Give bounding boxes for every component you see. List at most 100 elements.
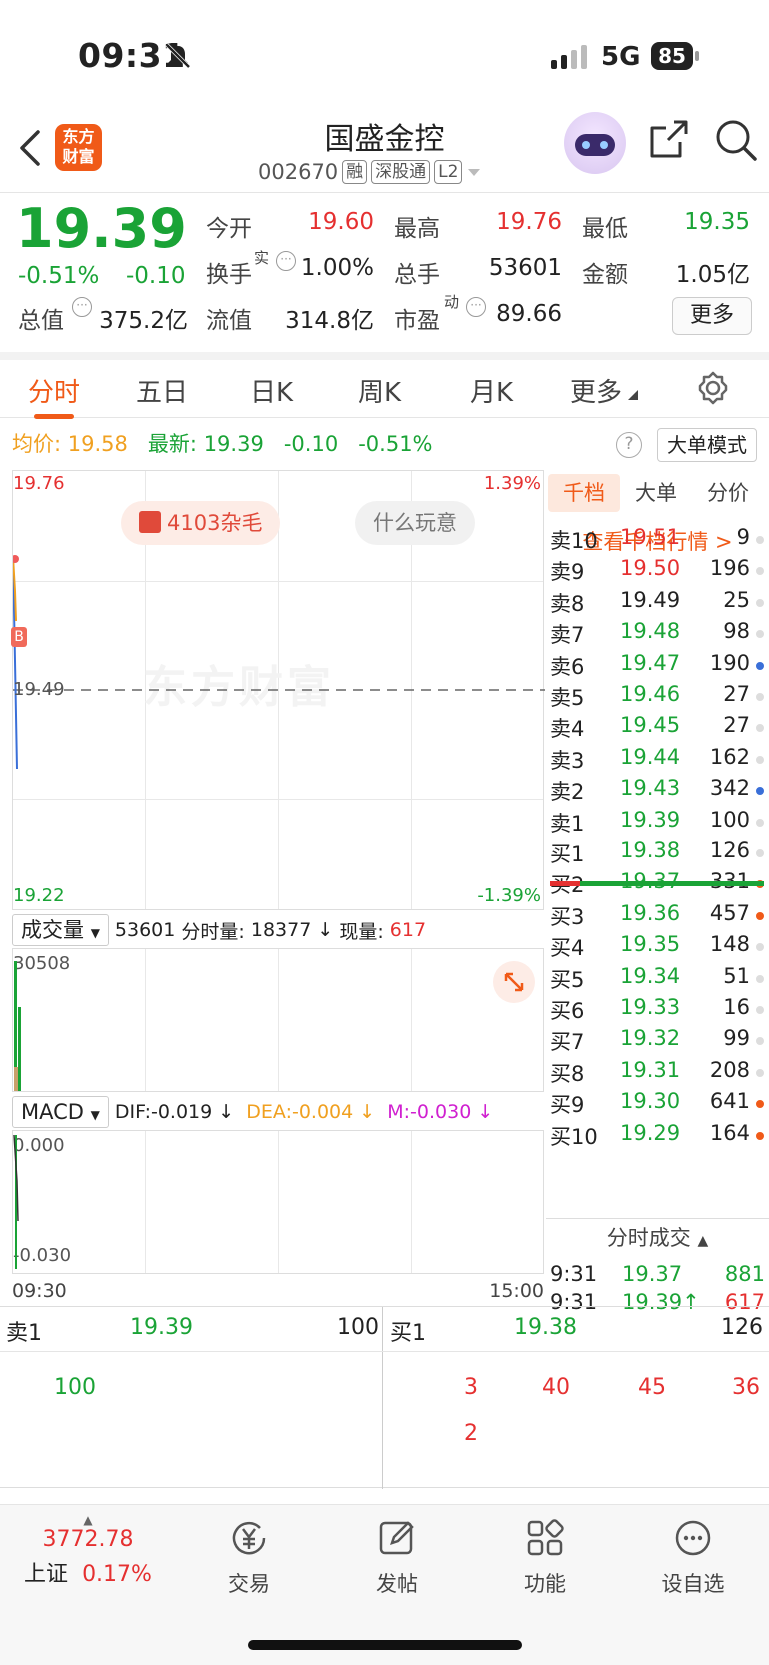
tab-more[interactable]: 更多 bbox=[570, 372, 622, 409]
avg-value: 19.58 bbox=[67, 432, 128, 456]
bid-level-row[interactable]: 买4 19.35 148 bbox=[550, 932, 764, 963]
tab-big-orders[interactable]: 大单 bbox=[620, 474, 692, 512]
tab-weekly-k[interactable]: 周K bbox=[358, 372, 401, 409]
trades-header[interactable]: 分时成交 ▲ bbox=[546, 1218, 769, 1256]
battery-tip bbox=[695, 51, 699, 61]
info-icon[interactable]: ··· bbox=[72, 297, 92, 317]
fs-volume-value: 18377 bbox=[250, 919, 312, 941]
change-pct: -0.51% bbox=[18, 263, 100, 289]
level-price: 19.51 bbox=[620, 525, 681, 549]
bid-queue-item: 40 bbox=[542, 1375, 570, 1400]
level-price: 19.39 bbox=[620, 807, 681, 832]
pe-sup: 动 bbox=[444, 293, 460, 311]
comment-bubble[interactable]: 4103杂毛 bbox=[121, 501, 281, 545]
bid-level-row[interactable]: 买8 19.31 208 bbox=[550, 1058, 764, 1089]
home-indicator[interactable] bbox=[248, 1640, 522, 1650]
macd-dea: DEA:-0.004 bbox=[246, 1101, 354, 1123]
level-dot bbox=[756, 787, 764, 796]
nav-trade[interactable]: 交易 bbox=[194, 1517, 304, 1598]
total-volume: 53601 bbox=[114, 919, 176, 941]
macd-dif: DIF:-0.019 bbox=[114, 1101, 213, 1123]
level-label: 买3 bbox=[550, 904, 585, 929]
level-price: 19.35 bbox=[620, 932, 681, 957]
tab-daily-k[interactable]: 日K bbox=[250, 372, 293, 409]
stock-code-row[interactable]: 002670 融 深股通 L2 bbox=[258, 158, 482, 186]
bid-level-row[interactable]: 买3 19.36 457 bbox=[550, 901, 764, 932]
settings-gear-icon[interactable] bbox=[695, 370, 731, 406]
level-dot bbox=[756, 1006, 764, 1014]
nav-post[interactable]: 发帖 bbox=[342, 1517, 452, 1598]
level-price: 19.45 bbox=[620, 713, 681, 738]
active-tab-indicator bbox=[34, 414, 74, 419]
volume-chart[interactable]: 30508 bbox=[12, 948, 544, 1092]
level-label: 卖10 bbox=[550, 529, 598, 553]
bid-level-row[interactable]: 买6 19.33 16 bbox=[550, 995, 764, 1026]
level-volume: 9 bbox=[736, 525, 750, 549]
bid-ask-ratio-bar bbox=[550, 881, 764, 886]
ask-level-row[interactable]: 卖6 19.47 190 bbox=[550, 651, 764, 682]
tab-monthly-k[interactable]: 月K bbox=[470, 372, 513, 409]
dropdown-icon bbox=[468, 169, 481, 176]
indicator-selector[interactable]: 成交量 ▼ bbox=[12, 914, 109, 946]
share-icon[interactable] bbox=[648, 118, 690, 160]
macd-selector[interactable]: MACD ▼ bbox=[12, 1096, 109, 1128]
tab-price-dist[interactable]: 分价 bbox=[692, 474, 764, 512]
expand-icon[interactable] bbox=[493, 961, 535, 1003]
amount-value: 1.05亿 bbox=[675, 262, 750, 288]
level-volume: 196 bbox=[709, 556, 750, 581]
bid-queue-item: 36 bbox=[732, 1375, 760, 1400]
turnover-value: 1.00% bbox=[300, 255, 374, 281]
pe-label: 市盈 bbox=[394, 308, 440, 334]
nav-add-watchlist[interactable]: 设自选 bbox=[638, 1517, 748, 1598]
big-order-mode-button[interactable]: 大单模式 bbox=[657, 428, 757, 462]
more-button[interactable]: 更多 bbox=[672, 297, 752, 335]
bid-level-row[interactable]: 买10 19.29 164 bbox=[550, 1121, 764, 1152]
level-volume: 27 bbox=[723, 682, 750, 706]
ask-level-row[interactable]: 卖10 19.51 9 bbox=[550, 525, 764, 556]
ask-level-row[interactable]: 卖7 19.48 98 bbox=[550, 619, 764, 650]
ask-level-row[interactable]: 卖3 19.44 162 bbox=[550, 745, 764, 776]
silent-bell-icon bbox=[165, 43, 191, 69]
macd-header: MACD ▼ DIF:-0.019 ↓ DEA:-0.004 ↓ M:-0.03… bbox=[12, 1094, 544, 1130]
volume-header: 成交量 ▼ 53601 分时量: 18377 ↓ 现量: 617 bbox=[12, 912, 544, 948]
ask-level-row[interactable]: 卖9 19.50 196 bbox=[550, 556, 764, 587]
ask-level-row[interactable]: 卖1 19.39 100 bbox=[550, 808, 764, 839]
bid-level-row[interactable]: 买9 19.30 641 bbox=[550, 1089, 764, 1120]
ask-level-row[interactable]: 卖8 19.49 25 bbox=[550, 588, 764, 619]
avg-price-row: 均价: 19.58 最新: 19.39 -0.10 -0.51% bbox=[12, 428, 433, 458]
order-book-tabs: 千档 大单 分价 bbox=[548, 474, 764, 512]
tab-five-day[interactable]: 五日 bbox=[136, 372, 188, 409]
bid-level-row[interactable]: 买7 19.32 99 bbox=[550, 1026, 764, 1057]
pe-value: 89.66 bbox=[496, 301, 562, 327]
level-price: 19.33 bbox=[620, 995, 681, 1019]
ask-level-row[interactable]: 卖5 19.46 27 bbox=[550, 682, 764, 713]
tab-depth[interactable]: 千档 bbox=[548, 474, 620, 512]
macd-chart[interactable]: 0.000 -0.030 bbox=[12, 1130, 544, 1274]
help-icon[interactable]: ? bbox=[616, 432, 642, 458]
level-label: 买8 bbox=[550, 1061, 585, 1086]
stock-header: 东方 财富 国盛金控 002670 融 深股通 L2 bbox=[0, 110, 769, 192]
intraday-chart[interactable]: 东方财富 B 19.76 19.49 19.22 1.39% -1.39% 41… bbox=[11, 470, 545, 910]
buy-marker[interactable]: B bbox=[11, 627, 27, 647]
comment-bubble[interactable]: 什么玩意 bbox=[355, 501, 475, 545]
bid1-price: 19.38 bbox=[514, 1315, 577, 1340]
nav-functions[interactable]: 功能 bbox=[490, 1517, 600, 1598]
tab-intraday[interactable]: 分时 bbox=[28, 372, 80, 409]
now-volume-value: 617 bbox=[389, 919, 427, 941]
level-label: 卖6 bbox=[550, 654, 585, 679]
ai-robot-avatar[interactable] bbox=[564, 112, 626, 174]
level-label: 卖5 bbox=[550, 686, 585, 710]
index-widget[interactable]: ▲ 3772.78 上证 0.17% bbox=[20, 1513, 156, 1588]
time-start: 09:30 bbox=[12, 1280, 67, 1302]
level-price: 19.32 bbox=[620, 1026, 681, 1051]
y-axis-mid: 19.49 bbox=[13, 679, 65, 700]
bid-level-row[interactable]: 买5 19.34 51 bbox=[550, 964, 764, 995]
bid-level-row[interactable]: 买1 19.38 126 bbox=[550, 838, 764, 869]
search-icon[interactable] bbox=[714, 118, 758, 162]
ask-level-row[interactable]: 卖4 19.45 27 bbox=[550, 713, 764, 744]
level-dot bbox=[756, 755, 764, 764]
level-dot bbox=[756, 693, 764, 701]
level-label: 卖7 bbox=[550, 623, 585, 648]
ask-level-row[interactable]: 卖2 19.43 342 bbox=[550, 776, 764, 807]
level-volume: 16 bbox=[723, 995, 750, 1019]
